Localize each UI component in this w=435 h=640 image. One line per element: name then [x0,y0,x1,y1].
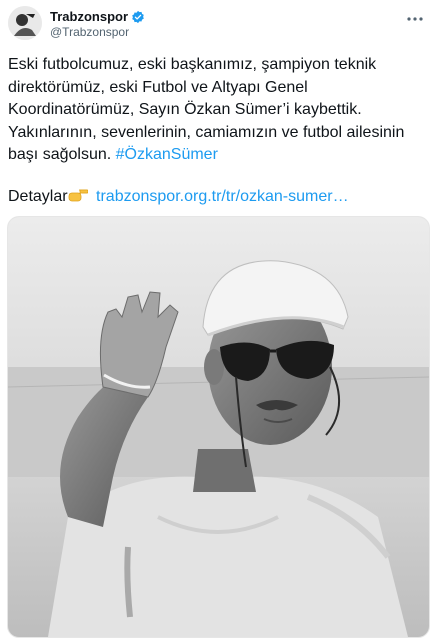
tweet-text-line: başı sağolsun. #ÖzkanSümer [8,144,428,167]
tweet-text: Eski futbolcumuz, eski başkanımız, şampi… [8,54,428,167]
more-options-icon[interactable] [405,12,425,24]
details-row: Detaylar trabzonspor.org.tr/tr/ozkan-sum… [8,186,428,208]
black-and-white-photo [8,217,429,637]
tweet-text-line: direktörümüz, eski Futbol ve Altyapı Gen… [8,78,308,96]
user-handle[interactable]: @Trabzonspor [50,25,129,39]
tweet-text-line: Eski futbolcumuz, eski başkanımız, şampi… [8,56,377,73]
avatar[interactable] [8,6,42,40]
details-label: Detaylar [8,188,68,205]
name-row: Trabzonspor [50,9,145,24]
article-link[interactable]: trabzonspor.org.tr/tr/ozkan-sumer… [96,188,349,205]
tweet-photo[interactable] [7,216,430,638]
pointing-right-hand-icon [68,187,88,202]
tweet-text-line: Yakınlarının, sevenlerinin, camiamızın v… [8,123,405,141]
tweet-header: Trabzonspor @Trabzonspor [8,6,427,42]
tweet-text-line: Koordinatörümüz, Sayın Özkan Sümer’i kay… [8,101,362,119]
verified-badge-icon [131,10,145,24]
hashtag-link[interactable]: #ÖzkanSümer [116,146,218,163]
display-name[interactable]: Trabzonspor [50,9,128,24]
tweet-text-last-line: başı sağolsun. [8,146,112,164]
team-logo-avatar-icon [8,6,42,40]
